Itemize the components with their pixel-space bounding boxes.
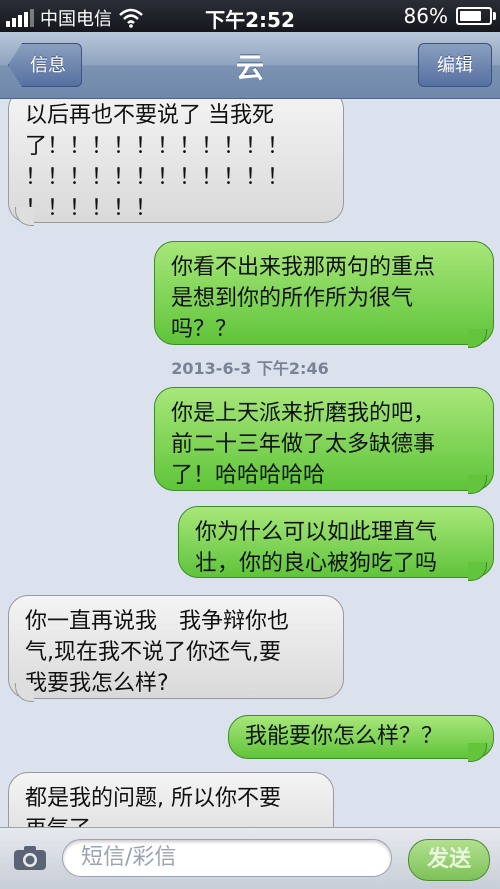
message-bubble-outgoing[interactable]: 我能要你怎么样？？ bbox=[228, 715, 494, 762]
message-text: 你是上天派来折磨我的吧， 前二十三年做了太多缺德事 了！哈哈哈哈哈 bbox=[171, 401, 436, 488]
message-bubble-outgoing[interactable]: 你为什么可以如此理直气 壮，你的良心被狗吃了吗 bbox=[178, 506, 494, 581]
camera-icon bbox=[14, 846, 46, 870]
message-text: 你为什么可以如此理直气 壮，你的良心被狗吃了吗 bbox=[195, 520, 438, 576]
message-input[interactable]: 短信/彩信 bbox=[62, 839, 392, 877]
message-text: 我能要你怎么样？？ bbox=[245, 724, 444, 749]
camera-button[interactable] bbox=[10, 840, 50, 876]
message-bubble-outgoing[interactable]: 你是上天派来折磨我的吧， 前二十三年做了太多缺德事 了！哈哈哈哈哈 bbox=[154, 387, 494, 494]
send-button[interactable]: 发送 bbox=[408, 839, 490, 881]
message-bubble-outgoing[interactable]: 你看不出来我那两句的重点 是想到你的所作所为很气 吗？？ bbox=[154, 241, 494, 348]
message-input-bar: 短信/彩信 发送 bbox=[0, 827, 500, 889]
message-bubble-incoming[interactable]: 都是我的问题, 所以你不要 再气了 bbox=[8, 772, 334, 827]
message-text: 你看不出来我那两句的重点 是想到你的所作所为很气 吗？？ bbox=[171, 255, 436, 342]
message-bubble-incoming[interactable]: 你一直再说我 我争辩你也 气,现在我不说了你还气,要 我要我怎么样? bbox=[8, 595, 344, 702]
status-bar: 中国电信 下午2:52 86% bbox=[0, 0, 500, 32]
navigation-bar: 信息 云 编辑 bbox=[0, 32, 500, 99]
battery-percent: 86% bbox=[403, 4, 448, 28]
message-text: 都是我的问题, 所以你不要 再气了 bbox=[25, 786, 281, 827]
message-bubble-incoming[interactable]: 以后再也不要说了 当我死 了！！！！！！！！！！！ ！！！！！！！！！！！！ ！… bbox=[8, 99, 344, 226]
message-text: 你一直再说我 我争辩你也 气,现在我不说了你还气,要 我要我怎么样? bbox=[25, 609, 290, 696]
battery-icon bbox=[456, 7, 496, 25]
message-text: 以后再也不要说了 当我死 了！！！！！！！！！！！ ！！！！！！！！！！！！ ！… bbox=[25, 103, 290, 221]
message-timestamp: 2013-6-3 下午2:46 bbox=[171, 359, 329, 378]
status-right: 86% bbox=[403, 4, 496, 28]
conversation-view[interactable]: 以后再也不要说了 当我死 了！！！！！！！！！！！ ！！！！！！！！！！！！ ！… bbox=[0, 99, 500, 827]
edit-button[interactable]: 编辑 bbox=[418, 43, 492, 87]
